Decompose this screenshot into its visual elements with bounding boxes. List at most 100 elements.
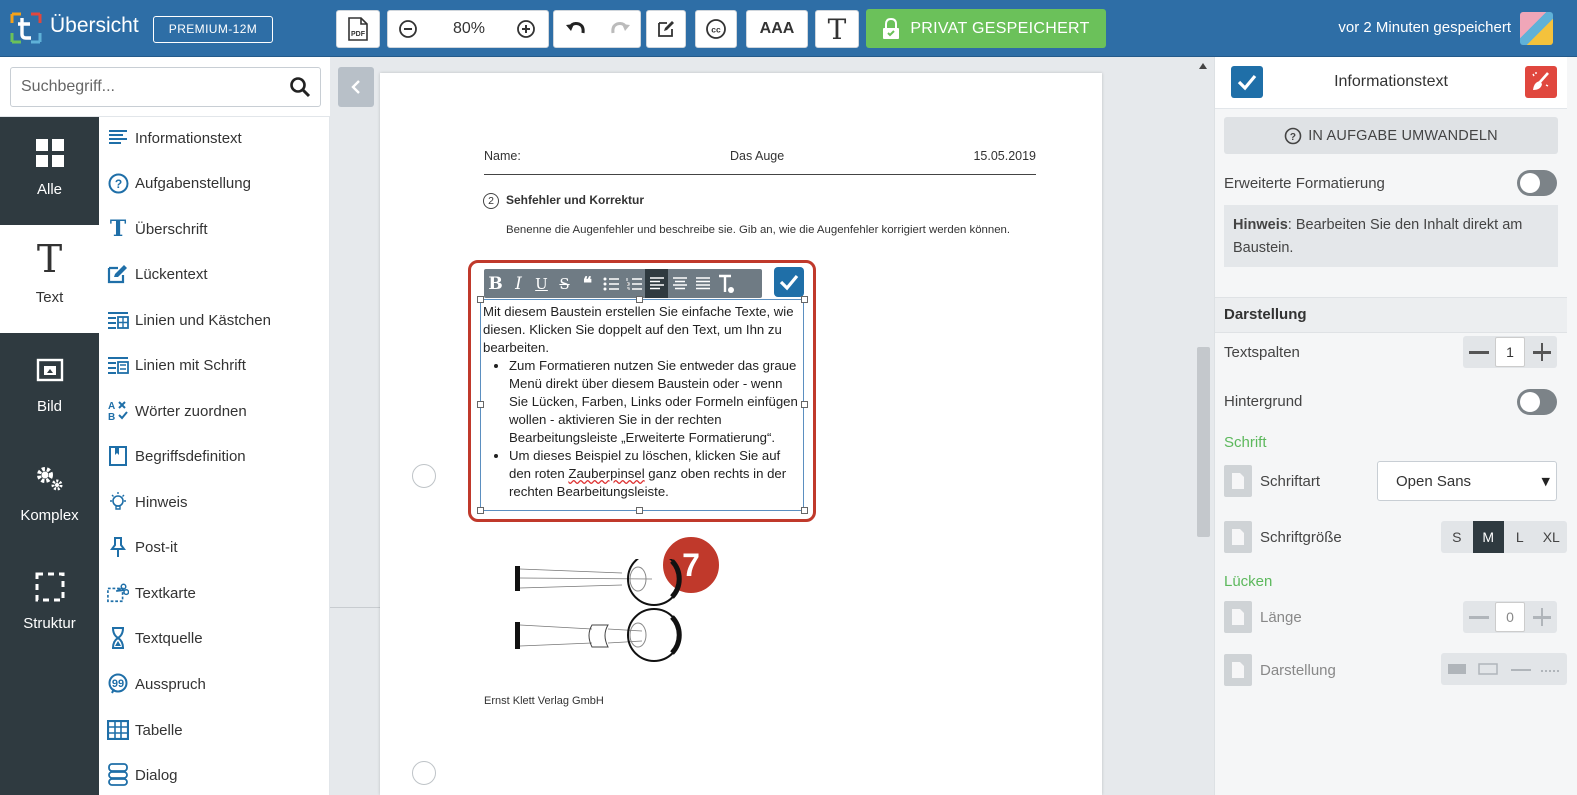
category-text[interactable]: T Text	[0, 225, 99, 333]
match-words-icon: AB	[107, 400, 129, 422]
block-item-tabelle[interactable]: Tabelle	[107, 715, 183, 745]
magic-brush-delete-button[interactable]	[1525, 66, 1557, 98]
redo-icon	[610, 22, 630, 34]
app-title[interactable]: Übersicht	[50, 14, 139, 38]
heading-t-icon: T	[109, 216, 127, 242]
numbered-list-button[interactable]	[622, 269, 645, 298]
pdf-export-button[interactable]: PDF	[336, 10, 380, 48]
block-item-informationstext[interactable]: Informationstext	[107, 123, 242, 153]
zoom-out-button[interactable]	[388, 11, 428, 47]
font-family-select[interactable]: Open Sans ▼	[1377, 461, 1557, 501]
convert-to-task-button[interactable]: ? IN AUFGABE UMWANDELN	[1224, 117, 1558, 154]
resize-handle[interactable]	[636, 296, 643, 303]
app-window: Übersicht PREMIUM-12M PDF 80% cc AAA T P…	[0, 0, 1577, 795]
dialog-icon	[107, 763, 129, 786]
resize-handle[interactable]	[801, 507, 808, 514]
block-label: Lückentext	[135, 265, 208, 283]
block-select-handle[interactable]	[412, 761, 436, 785]
divider	[330, 607, 380, 608]
block-item-textkarte[interactable]: Textkarte	[107, 578, 196, 608]
block-item-ausspruch[interactable]: 99 Ausspruch	[107, 669, 206, 699]
increment-button[interactable]	[1540, 608, 1543, 626]
italic-button[interactable]: I	[507, 269, 530, 298]
gap-length-label: Länge	[1260, 609, 1302, 626]
block-item-begriffsdefinition[interactable]: Begriffsdefinition	[107, 441, 246, 471]
text-tool-button[interactable]: T	[815, 10, 859, 48]
category-struktur[interactable]: Struktur	[0, 551, 99, 659]
resize-handle[interactable]	[477, 296, 484, 303]
resize-handle[interactable]	[801, 296, 808, 303]
block-item-lueckentext[interactable]: Lückentext	[107, 259, 208, 289]
gap-length-value[interactable]: 0	[1495, 602, 1525, 632]
zoom-in-button[interactable]	[506, 11, 546, 47]
extended-format-toggle[interactable]	[1517, 170, 1557, 196]
private-saved-button[interactable]: PRIVAT GESPEICHERT	[866, 9, 1106, 48]
resize-handle[interactable]	[477, 507, 484, 514]
redo-button[interactable]	[598, 11, 641, 47]
scroll-up-arrow-icon[interactable]	[1198, 62, 1208, 70]
pdf-icon: PDF	[348, 17, 368, 41]
bold-button[interactable]: B	[484, 269, 507, 298]
decrement-button[interactable]	[1469, 351, 1489, 354]
resize-handle[interactable]	[636, 507, 643, 514]
block-item-linien-schrift[interactable]: Linien mit Schrift	[107, 350, 246, 380]
search-icon[interactable]	[289, 76, 311, 98]
task-instruction[interactable]: Benenne die Augenfehler und beschreibe s…	[506, 224, 1010, 236]
clear-format-button[interactable]	[714, 269, 737, 298]
quote-button[interactable]: ❝	[576, 269, 599, 298]
align-left-button[interactable]	[645, 269, 668, 298]
category-alle[interactable]: Alle	[0, 117, 99, 225]
scrollbar-thumb[interactable]	[1197, 347, 1210, 537]
document-canvas: Name: Das Auge 15.05.2019 2 Sehfehler un…	[330, 57, 1214, 795]
section-title: Darstellung	[1224, 306, 1307, 323]
edit-mode-button[interactable]	[646, 10, 686, 48]
gap-style-box[interactable]	[1478, 663, 1498, 675]
block-item-linien-kaestchen[interactable]: Linien und Kästchen	[107, 305, 271, 335]
worksheet-date[interactable]: 15.05.2019	[973, 149, 1036, 163]
bullet-list-button[interactable]	[599, 269, 622, 298]
undo-button[interactable]	[554, 11, 597, 47]
font-size-s[interactable]: S	[1441, 521, 1473, 553]
quote-bubble-icon: 99	[107, 673, 129, 695]
section-header-darstellung: Darstellung	[1215, 297, 1567, 333]
block-item-woerter-zuordnen[interactable]: AB Wörter zuordnen	[107, 396, 247, 426]
confirm-edit-button[interactable]	[774, 267, 804, 297]
task-title[interactable]: Sehfehler und Korrektur	[506, 193, 644, 207]
category-label: Text	[35, 289, 64, 306]
font-size-xl[interactable]: XL	[1536, 521, 1568, 553]
block-item-post-it[interactable]: Post-it	[107, 532, 178, 562]
category-label: Komplex	[20, 507, 79, 524]
text-columns-value[interactable]: 1	[1495, 337, 1525, 367]
block-item-textquelle[interactable]: Textquelle	[107, 623, 203, 653]
category-komplex[interactable]: Komplex	[0, 443, 99, 551]
font-size-l[interactable]: L	[1504, 521, 1536, 553]
font-size-m[interactable]: M	[1472, 521, 1504, 553]
license-button[interactable]: cc	[695, 10, 737, 48]
lines-text-icon	[107, 354, 129, 376]
strikethrough-button[interactable]: S	[553, 269, 576, 298]
decrement-button[interactable]	[1469, 616, 1489, 619]
collapse-sidebar-button[interactable]	[338, 67, 374, 107]
category-bild[interactable]: Bild	[0, 334, 99, 442]
app-logo-icon[interactable]	[9, 11, 43, 45]
underline-button[interactable]: U	[530, 269, 553, 298]
search-input[interactable]	[11, 68, 281, 106]
gap-style-filled[interactable]	[1448, 664, 1466, 674]
lines-icon	[107, 127, 129, 149]
increment-button[interactable]	[1540, 343, 1543, 361]
avatar[interactable]	[1520, 12, 1553, 45]
font-size-button[interactable]: AAA	[746, 10, 808, 48]
block-item-ueberschrift[interactable]: T Überschrift	[107, 214, 208, 244]
bullet-text-misspelled: Zauberpinsel	[568, 466, 645, 481]
gap-display-label: Darstellung	[1260, 662, 1336, 679]
grid-icon	[0, 135, 99, 171]
block-select-handle[interactable]	[412, 464, 436, 488]
text-block-content[interactable]: Mit diesem Baustein erstellen Sie einfac…	[483, 303, 803, 501]
align-center-button[interactable]	[668, 269, 691, 298]
block-item-hinweis[interactable]: Hinweis	[107, 487, 188, 517]
block-item-aufgabenstellung[interactable]: ? Aufgabenstellung	[107, 168, 251, 198]
background-toggle[interactable]	[1517, 389, 1557, 415]
block-item-dialog[interactable]: Dialog	[107, 760, 178, 790]
align-justify-button[interactable]	[691, 269, 714, 298]
worksheet-title[interactable]: Das Auge	[730, 149, 784, 163]
